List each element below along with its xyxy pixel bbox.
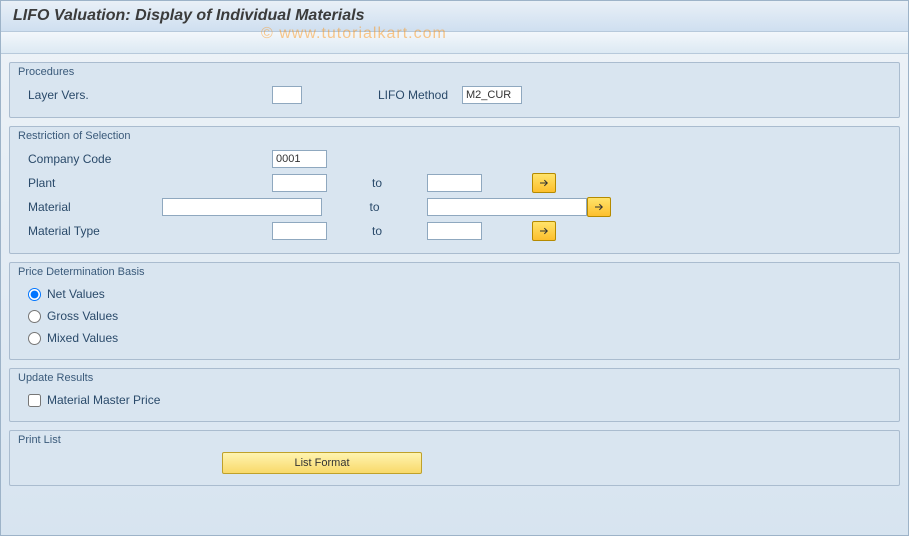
material-to-label: to	[322, 200, 427, 214]
plant-from-input[interactable]	[272, 174, 327, 192]
content-area: Procedures Layer Vers. LIFO Method Restr…	[1, 54, 908, 502]
group-legend-procedures: Procedures	[18, 66, 74, 78]
net-values-label: Net Values	[47, 287, 105, 301]
net-values-radio[interactable]	[28, 288, 41, 301]
company-code-label: Company Code	[22, 152, 162, 166]
arrow-right-icon	[538, 225, 550, 237]
plant-to-label: to	[327, 176, 427, 190]
group-legend-print: Print List	[18, 434, 61, 446]
arrow-right-icon	[538, 177, 550, 189]
material-master-price-label: Material Master Price	[47, 393, 160, 407]
group-restriction: Restriction of Selection Company Code Pl…	[9, 126, 900, 254]
group-legend-update: Update Results	[18, 372, 93, 384]
plant-multi-select-button[interactable]	[532, 173, 556, 193]
toolbar-strip	[1, 32, 908, 54]
material-label: Material	[22, 200, 162, 214]
group-update-results: Update Results Material Master Price	[9, 368, 900, 422]
arrow-right-icon	[593, 201, 605, 213]
material-from-input[interactable]	[162, 198, 322, 216]
group-procedures: Procedures Layer Vers. LIFO Method	[9, 62, 900, 118]
company-code-input[interactable]	[272, 150, 327, 168]
group-legend-restriction: Restriction of Selection	[18, 130, 131, 142]
lifo-method-label: LIFO Method	[372, 88, 462, 102]
gross-values-radio[interactable]	[28, 310, 41, 323]
layer-vers-input[interactable]	[272, 86, 302, 104]
material-type-multi-select-button[interactable]	[532, 221, 556, 241]
group-print-list: Print List List Format	[9, 430, 900, 486]
layer-vers-label: Layer Vers.	[22, 88, 162, 102]
mixed-values-radio[interactable]	[28, 332, 41, 345]
material-to-input[interactable]	[427, 198, 587, 216]
group-legend-price-basis: Price Determination Basis	[18, 266, 145, 278]
list-format-button[interactable]: List Format	[222, 452, 422, 474]
material-type-from-input[interactable]	[272, 222, 327, 240]
group-price-basis: Price Determination Basis Net Values Gro…	[9, 262, 900, 360]
material-type-to-input[interactable]	[427, 222, 482, 240]
sap-screen: LIFO Valuation: Display of Individual Ma…	[0, 0, 909, 536]
gross-values-label: Gross Values	[47, 309, 118, 323]
mixed-values-label: Mixed Values	[47, 331, 118, 345]
page-title: LIFO Valuation: Display of Individual Ma…	[13, 7, 364, 24]
lifo-method-input[interactable]	[462, 86, 522, 104]
material-multi-select-button[interactable]	[587, 197, 611, 217]
material-type-to-label: to	[327, 224, 427, 238]
plant-label: Plant	[22, 176, 162, 190]
material-type-label: Material Type	[22, 224, 162, 238]
plant-to-input[interactable]	[427, 174, 482, 192]
title-bar: LIFO Valuation: Display of Individual Ma…	[1, 1, 908, 32]
material-master-price-checkbox[interactable]	[28, 394, 41, 407]
